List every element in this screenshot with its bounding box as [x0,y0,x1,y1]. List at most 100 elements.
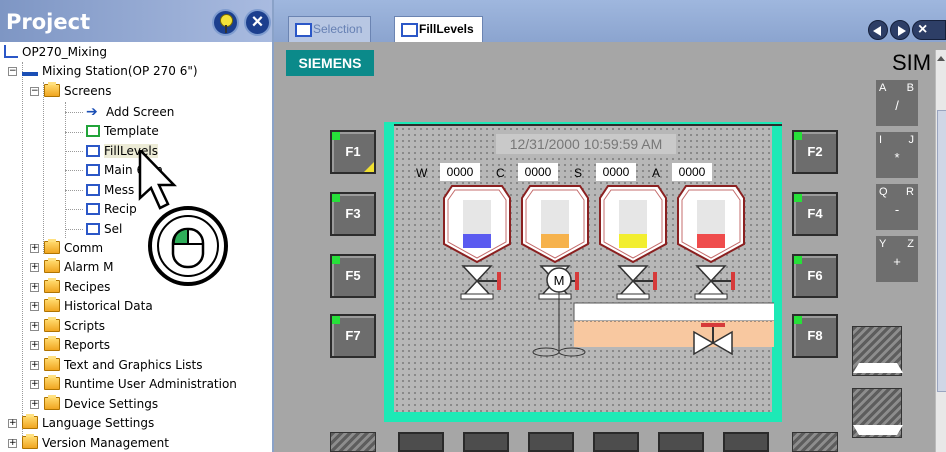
valve-icon [617,265,649,283]
tab-filllevels[interactable]: FillLevels [394,16,483,42]
tree-item-runtime-user-admin[interactable]: Runtime User Administration [44,374,237,393]
tree-item-add-screen[interactable]: ➔ Add Screen [86,102,174,121]
function-key-f4[interactable]: F4 [792,192,838,236]
expand-icon[interactable]: + [30,244,39,253]
tank-fill-level [463,234,491,248]
expand-icon[interactable]: + [30,380,39,389]
collapse-icon[interactable]: − [30,87,39,96]
tree-item-project[interactable]: OP270_Mixing [4,42,107,61]
bottom-soft-key[interactable] [463,432,509,452]
valve-handle [731,272,735,290]
tree-item-recipes[interactable]: Recipes [44,277,110,296]
tree-item-reports[interactable]: Reports [44,335,110,354]
tree-item-device-settings[interactable]: Device Settings [44,394,158,413]
key-symbol: - [894,202,900,217]
alpha-key-yz[interactable]: Y Z + [876,236,918,282]
editor-tab-bar: Selection FillLevels [274,0,946,42]
vertical-scrollbar[interactable] [935,50,946,452]
motor-label: M [554,273,565,288]
folder-icon [44,356,60,371]
key-letter: B [906,82,914,94]
tree-item-historical-data[interactable]: Historical Data [44,296,153,315]
key-label: F5 [345,268,361,283]
end-key[interactable]: END [852,388,903,438]
tree-item-messages[interactable]: Mess [86,180,134,199]
function-key-f8[interactable]: F8 [792,314,838,358]
bottom-soft-key[interactable] [528,432,574,452]
bottom-soft-key[interactable] [398,432,444,452]
key-label: F2 [807,144,823,159]
tab-scroll-right-icon[interactable] [890,20,910,40]
tab-selection[interactable]: Selection [288,16,372,42]
tree-item-language-settings[interactable]: Language Settings [22,413,154,432]
key-symbol: * [894,150,900,165]
bottom-soft-key[interactable] [658,432,704,452]
key-symbol: / [895,98,899,113]
folder-icon [22,434,38,449]
add-arrow-icon: ➔ [86,103,98,120]
tank-fill-level [619,234,647,248]
expand-icon[interactable]: + [30,263,39,272]
alpha-key-ij[interactable]: I J * [876,132,918,178]
expand-icon[interactable]: + [30,341,39,350]
tree-item-device[interactable]: Mixing Station(OP 270 6") [22,61,198,80]
bottom-hatch-key-right[interactable] [792,432,838,452]
function-key-f5[interactable]: F5 [330,254,376,298]
function-key-f6[interactable]: F6 [792,254,838,298]
close-icon[interactable]: × [244,9,271,36]
expand-icon[interactable]: + [8,439,17,448]
tree-item-label: Scripts [64,318,106,333]
tree-item-label: Device Settings [64,396,159,411]
key-label: HOME [863,363,893,374]
project-panel-title: Project [6,10,91,34]
tree-item-label: Mixing Station(OP 270 6") [42,63,198,78]
tree-item-screens[interactable]: Screens [44,81,112,100]
key-letter: A [879,82,887,94]
tree-item-scripts[interactable]: Scripts [44,316,105,335]
function-key-f3[interactable]: F3 [330,192,376,236]
tree-item-text-graphics-lists[interactable]: Text and Graphics Lists [44,355,203,374]
screen-icon [86,163,100,176]
bottom-soft-key[interactable] [593,432,639,452]
alpha-key-qr[interactable]: Q R - [876,184,918,230]
tab-scroll-left-icon[interactable] [868,20,888,40]
mouse-callout-icon [138,150,228,286]
mixer-trough-liquid [574,321,774,347]
outlet-valve-handle [701,323,725,327]
key-letter: Q [879,186,888,198]
function-key-f7[interactable]: F7 [330,314,376,358]
valve-flange [616,293,650,300]
siemens-badge: SIEMENS [286,50,374,76]
project-tree: OP270_Mixing − Mixing Station(OP 270 6")… [0,42,272,452]
expand-icon[interactable]: + [30,322,39,331]
expand-icon[interactable]: + [8,419,17,428]
tree-item-label: Template [104,123,159,138]
tree-item-label: Version Management [42,435,169,450]
pin-icon[interactable] [212,9,239,36]
key-letter: Y [879,238,887,250]
expand-icon[interactable]: + [30,283,39,292]
folder-icon [44,239,60,254]
tree-item-selection-screen[interactable]: Sel [86,219,122,238]
key-symbol: + [893,254,901,269]
function-key-f1[interactable]: F1 [330,130,376,174]
function-key-f2[interactable]: F2 [792,130,838,174]
collapse-icon[interactable]: − [8,67,17,76]
expand-icon[interactable]: + [30,361,39,370]
expand-icon[interactable]: + [30,400,39,409]
alpha-key-ab[interactable]: A B / [876,80,918,126]
device-model-label: SIM [892,50,932,75]
tree-item-label: Sel [104,221,123,236]
expand-icon[interactable]: + [30,302,39,311]
folder-icon [44,278,60,293]
key-label: F3 [345,206,361,221]
valve-icon [695,265,727,283]
close-tab-icon[interactable] [912,20,946,40]
tree-item-version-management[interactable]: Version Management [22,433,169,452]
tree-item-communication[interactable]: Comm [44,238,103,257]
tree-item-template[interactable]: Template [86,121,159,140]
tree-item-alarm-management[interactable]: Alarm M [44,257,113,276]
bottom-hatch-key-left[interactable] [330,432,376,452]
bottom-soft-key[interactable] [723,432,769,452]
home-key[interactable]: HOME [852,326,903,376]
